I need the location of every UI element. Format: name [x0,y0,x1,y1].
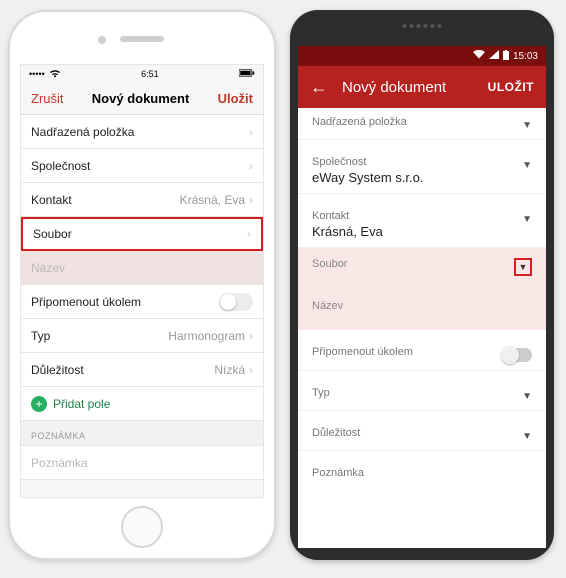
row-value: Krásná, Eva [180,193,245,207]
row-file[interactable]: Soubor › [21,217,263,251]
chevron-right-icon: › [249,329,253,343]
add-field-label: Přidat pole [53,397,110,411]
field-label: Společnost [312,156,424,168]
wifi-icon [473,50,485,62]
chevron-right-icon: › [247,227,251,241]
field-file[interactable]: Soubor ▼ [298,248,546,290]
dropdown-icon: ▼ [522,431,532,442]
iphone-screen: ••••• 6:51 Zrušit Nový dokument Uložit [20,64,264,498]
dropdown-icon: ▼ [522,214,532,225]
ios-nav-bar: Zrušit Nový dokument Uložit [21,83,263,115]
cancel-button[interactable]: Zrušit [31,91,64,106]
field-importance[interactable]: Důležitost ▼ [298,419,546,450]
back-arrow-icon[interactable]: ← [310,77,328,98]
row-parent-item[interactable]: Nadřazená položka › [21,115,263,149]
field-label: Typ [312,387,330,399]
field-label: Název [312,300,343,312]
row-value: Harmonogram [168,329,245,343]
field-value: Krásná, Eva [312,224,383,239]
row-label: Připomenout úkolem [31,295,141,309]
android-device-frame: 15:03 ← Nový dokument ULOŽIT Nadřazená p… [290,10,554,560]
field-name[interactable]: Název [298,290,546,330]
row-company[interactable]: Společnost › [21,149,263,183]
ios-form-list: Nadřazená položka › Společnost › Kontakt… [21,115,263,480]
android-screen: 15:03 ← Nový dokument ULOŽIT Nadřazená p… [298,46,546,548]
chevron-right-icon: › [249,125,253,139]
field-label: Nadřazená položka [312,116,407,128]
field-label: Soubor [312,258,347,270]
switch-toggle[interactable] [502,348,532,362]
dropdown-icon: ▼ [522,160,532,171]
placeholder-text: Název [31,261,65,275]
section-header-note: POZNÁMKA [21,421,263,446]
save-button[interactable]: Uložit [218,91,253,106]
android-speaker-grill [403,24,442,28]
signal-icon [489,50,499,62]
field-label: Poznámka [312,467,364,479]
field-label: Připomenout úkolem [312,346,413,358]
status-time: 6:51 [141,69,159,79]
row-label: Soubor [33,227,72,241]
android-form-body: Nadřazená položka ▼ Společnost eWay Syst… [298,108,546,548]
field-contact[interactable]: Kontakt Krásná, Eva ▼ [298,202,546,247]
chevron-right-icon: › [249,159,253,173]
chevron-right-icon: › [249,193,253,207]
save-button[interactable]: ULOŽIT [488,80,534,94]
home-button[interactable] [121,506,163,548]
note-field[interactable]: Poznámka [21,446,263,480]
iphone-speaker [120,36,164,42]
plus-circle-icon: + [31,396,47,412]
dropdown-icon: ▼ [522,120,532,131]
battery-icon [239,69,255,79]
dropdown-icon: ▼ [522,391,532,402]
field-parent-item[interactable]: Nadřazená položka ▼ [298,108,546,139]
row-value: Nízká [214,363,245,377]
field-remind-task[interactable]: Připomenout úkolem [298,338,546,370]
field-value: eWay System s.r.o. [312,170,424,185]
android-app-bar: ← Nový dokument ULOŽIT [298,66,546,108]
row-remind-task[interactable]: Připomenout úkolem [21,285,263,319]
signal-dots-icon: ••••• [29,69,45,79]
wifi-icon [49,69,61,80]
row-name-placeholder[interactable]: Název [21,251,263,285]
switch-toggle[interactable] [219,293,253,311]
row-type[interactable]: Typ Harmonogram › [21,319,263,353]
row-label: Nadřazená položka [31,125,134,139]
android-status-bar: 15:03 [298,46,546,66]
field-label: Kontakt [312,210,383,222]
row-contact[interactable]: Kontakt Krásná, Eva › [21,183,263,217]
row-add-field[interactable]: + Přidat pole [21,387,263,421]
dropdown-highlighted-icon[interactable]: ▼ [514,258,532,276]
iphone-camera-dot [98,36,106,44]
page-title: Nový dokument [92,91,190,106]
field-note[interactable]: Poznámka [298,459,546,487]
row-label: Společnost [31,159,90,173]
ios-status-bar: ••••• 6:51 [21,65,263,83]
page-title: Nový dokument [342,79,446,96]
row-label: Kontakt [31,193,72,207]
row-label: Typ [31,329,50,343]
placeholder-text: Poznámka [31,456,88,470]
chevron-right-icon: › [249,363,253,377]
status-time: 15:03 [513,51,538,62]
row-label: Důležitost [31,363,84,377]
iphone-device-frame: ••••• 6:51 Zrušit Nový dokument Uložit [8,10,276,560]
row-importance[interactable]: Důležitost Nízká › [21,353,263,387]
field-type[interactable]: Typ ▼ [298,379,546,410]
battery-icon [503,50,509,63]
field-label: Důležitost [312,427,360,439]
field-company[interactable]: Společnost eWay System s.r.o. ▼ [298,148,546,193]
